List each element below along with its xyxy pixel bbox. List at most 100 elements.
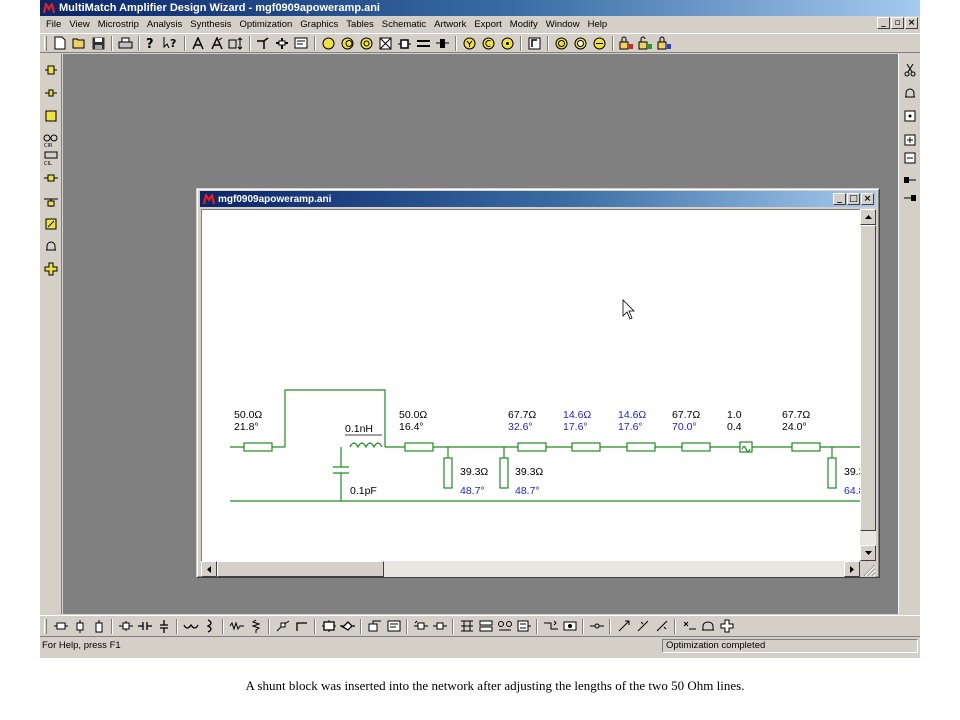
bend-icon[interactable]: [292, 618, 311, 634]
series-element-icon[interactable]: [43, 85, 59, 101]
tee-junction-icon[interactable]: [43, 261, 59, 277]
menu-microstrip[interactable]: Microstrip: [94, 19, 143, 30]
menu-optimization[interactable]: Optimization: [235, 19, 296, 30]
tapped-line-icon[interactable]: [273, 618, 292, 634]
series-transformer-icon[interactable]: [411, 618, 430, 634]
transistor-icon[interactable]: [319, 618, 338, 634]
inductor[interactable]: [349, 442, 383, 449]
menu-analysis[interactable]: Analysis: [143, 19, 186, 30]
series-capacitor-icon[interactable]: [135, 618, 154, 634]
series-line-1[interactable]: [243, 442, 273, 452]
cross-junction-icon[interactable]: [273, 35, 291, 51]
series-rlc-icon[interactable]: [227, 618, 246, 634]
print-icon[interactable]: [116, 35, 134, 51]
scroll-left-button[interactable]: [201, 561, 217, 577]
unlock-component-icon[interactable]: [636, 35, 654, 51]
schematic-maximize-button[interactable]: □: [847, 193, 860, 205]
flip-right-icon[interactable]: [902, 172, 918, 188]
shunt-stub-2[interactable]: [499, 457, 509, 489]
add-node-icon[interactable]: [902, 132, 918, 148]
filter-block-icon[interactable]: [514, 618, 533, 634]
menu-file[interactable]: File: [40, 19, 65, 30]
series-line-3[interactable]: [517, 442, 547, 452]
bias-tee-icon[interactable]: [476, 618, 495, 634]
admittance-chart-icon[interactable]: [357, 35, 375, 51]
menu-window[interactable]: Window: [542, 19, 584, 30]
attenuator-icon[interactable]: [43, 216, 59, 232]
help-icon[interactable]: ?: [143, 35, 161, 51]
scroll-right-button[interactable]: [844, 561, 860, 577]
mdi-minimize-button[interactable]: _: [877, 17, 890, 29]
resonator-icon[interactable]: [433, 35, 451, 51]
probe-3-icon[interactable]: [652, 618, 671, 634]
series-line-2[interactable]: [404, 442, 434, 452]
block-icon[interactable]: [43, 108, 59, 124]
transformer[interactable]: [739, 441, 753, 453]
layout-view-icon[interactable]: [525, 35, 543, 51]
scroll-down-button[interactable]: [860, 545, 876, 561]
flip-left-icon[interactable]: [902, 190, 918, 206]
ground-icon[interactable]: [43, 238, 59, 254]
stability-circle-icon[interactable]: [498, 35, 516, 51]
isolator-icon[interactable]: [43, 172, 59, 188]
two-port-icon[interactable]: [395, 35, 413, 51]
schematic-minimize-button[interactable]: _: [833, 193, 846, 205]
gain-circle-icon[interactable]: [479, 35, 497, 51]
marker-b-icon[interactable]: [208, 35, 226, 51]
menu-artwork[interactable]: Artwork: [430, 19, 470, 30]
shunt-rlc-icon[interactable]: [246, 618, 265, 634]
schematic-vertical-scrollbar[interactable]: [860, 209, 876, 561]
menu-export[interactable]: Export: [470, 19, 505, 30]
probe-2-icon[interactable]: [633, 618, 652, 634]
sweep-icon[interactable]: [227, 35, 245, 51]
shunt-stub-3[interactable]: [827, 457, 837, 489]
shunt-resistor-icon[interactable]: [70, 618, 89, 634]
fet-icon[interactable]: [338, 618, 357, 634]
scissors-icon[interactable]: [902, 62, 918, 78]
remove-node-icon[interactable]: [902, 150, 918, 166]
port-load-icon[interactable]: [384, 618, 403, 634]
text-box-icon[interactable]: [292, 35, 310, 51]
schematic-canvas[interactable]: 50.0Ω 21.8° 0.1nH 50.0Ω 16.4° 67.7Ω 32.6…: [201, 209, 860, 561]
cross-probe-icon[interactable]: [679, 618, 698, 634]
series-line-6[interactable]: [681, 442, 711, 452]
parallel-lines-icon[interactable]: [414, 35, 432, 51]
smith-chart-icon[interactable]: [319, 35, 337, 51]
probe-1-icon[interactable]: [614, 618, 633, 634]
schematic-window-title-bar[interactable]: mgf0909apoweramp.ani _ □ ×: [200, 191, 876, 207]
horizontal-scroll-thumb[interactable]: [217, 561, 384, 577]
shunt-capacitor[interactable]: [333, 447, 349, 501]
series-inductor-block-icon[interactable]: [116, 618, 135, 634]
schematic-close-button[interactable]: ×: [861, 193, 874, 205]
bias-network-icon[interactable]: [457, 618, 476, 634]
series-line-7[interactable]: [791, 442, 821, 452]
mdi-restore-button[interactable]: ▫: [891, 17, 904, 29]
series-resistor-icon[interactable]: [51, 618, 70, 634]
cross-junction-2-icon[interactable]: [717, 618, 736, 634]
series-line-4[interactable]: [571, 442, 601, 452]
port-left-icon[interactable]: [254, 35, 272, 51]
scroll-up-button[interactable]: [860, 209, 876, 225]
context-help-icon[interactable]: ?: [162, 35, 180, 51]
new-file-icon[interactable]: [51, 35, 69, 51]
step-junction-icon[interactable]: [541, 618, 560, 634]
port-source-icon[interactable]: [365, 618, 384, 634]
impedance-chart-icon[interactable]: [338, 35, 356, 51]
mdi-close-button[interactable]: ×: [905, 17, 918, 29]
menu-synthesis[interactable]: Synthesis: [186, 19, 235, 30]
series-line-icon[interactable]: [43, 62, 59, 78]
shunt-stub-1[interactable]: [443, 457, 453, 489]
ground-tool-icon[interactable]: [902, 85, 918, 101]
coupler-icon[interactable]: [495, 618, 514, 634]
menu-view[interactable]: View: [65, 19, 93, 30]
series-transformer-2-icon[interactable]: [430, 618, 449, 634]
menu-schematic[interactable]: Schematic: [378, 19, 430, 30]
via-hole-icon[interactable]: [560, 618, 579, 634]
shunt-capacitor-icon[interactable]: [154, 618, 173, 634]
series-inductor-icon[interactable]: [181, 618, 200, 634]
series-line-5[interactable]: [626, 442, 656, 452]
shunt-inductor-icon[interactable]: [200, 618, 219, 634]
menu-graphics[interactable]: Graphics: [296, 19, 342, 30]
coupled-line-icon[interactable]: CIL: [43, 150, 59, 166]
resize-grip[interactable]: [860, 561, 876, 577]
